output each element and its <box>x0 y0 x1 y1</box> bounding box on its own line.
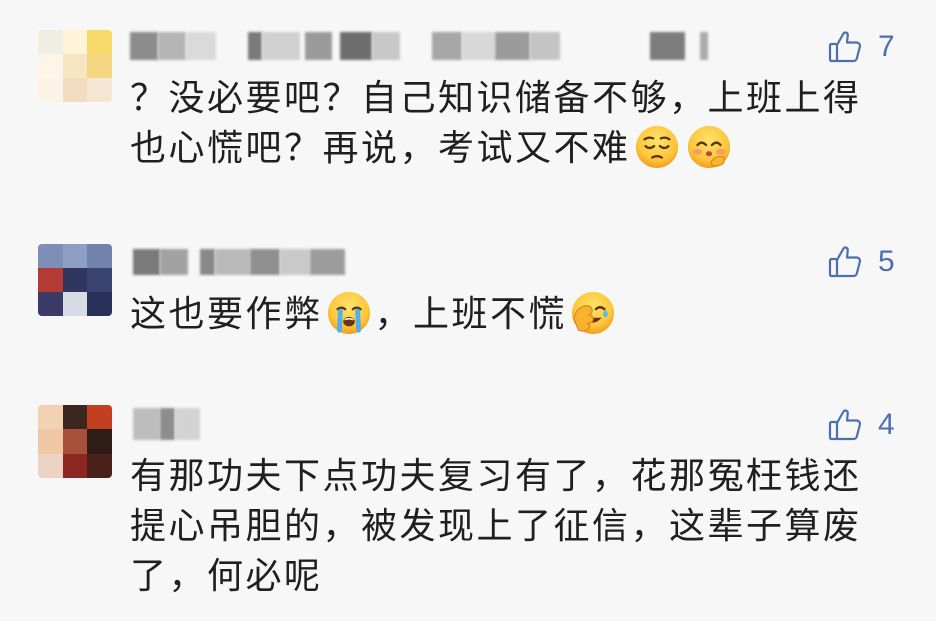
like-count: 5 <box>878 245 895 278</box>
username-mosaic-block <box>310 249 345 275</box>
username-blurred[interactable] <box>133 249 345 275</box>
comment-text-segment: 有那功夫下点功夫复习有了，花那冤枉钱还 <box>130 456 862 497</box>
like-count: 7 <box>878 30 895 63</box>
comment-text-segment: ？没必要吧？自己知识储备不够，上班上得 <box>130 78 862 119</box>
username-mosaic-block <box>530 32 560 60</box>
username-mosaic-block <box>160 249 188 275</box>
avatar-mosaic-tile <box>87 54 112 78</box>
comment-text: 有那功夫下点功夫复习有了，花那冤枉钱还 提心吊胆的，被发现上了征信，这辈子算废 … <box>130 452 920 602</box>
avatar-mosaic-tile <box>87 30 112 54</box>
comment-line: ？没必要吧？自己知识储备不够，上班上得 <box>130 74 920 124</box>
avatar-mosaic-tile <box>87 268 112 292</box>
username-mosaic-block <box>186 32 216 60</box>
avatar-mosaic-tile <box>87 78 112 102</box>
avatar[interactable] <box>38 30 112 102</box>
username-mosaic-block <box>305 32 332 60</box>
comment-text-segment: ，上班不慌 <box>374 294 568 335</box>
avatar[interactable] <box>38 244 112 316</box>
comment-line: 提心吊胆的，被发现上了征信，这辈子算废 <box>130 502 920 552</box>
username-mosaic-block <box>650 32 685 60</box>
avatar-mosaic-tile <box>38 78 63 102</box>
like-button[interactable]: 4 <box>827 407 917 443</box>
username-mosaic-block <box>340 32 372 60</box>
comment-line: 也心慌吧？再说，考试又不难 <box>130 124 920 174</box>
avatar-mosaic-tile <box>62 453 88 478</box>
avatar-mosaic-tile <box>62 244 88 268</box>
username-mosaic-block <box>200 249 215 275</box>
username-mosaic-block <box>130 32 158 60</box>
snicker-face-emoji <box>686 124 732 170</box>
username-mosaic-block <box>215 249 250 275</box>
crying-face-emoji <box>326 290 372 336</box>
avatar-mosaic-tile <box>87 429 112 454</box>
avatar-mosaic-tile <box>62 429 88 454</box>
username-mosaic-block <box>160 408 175 440</box>
username-mosaic-block <box>158 32 186 60</box>
comment-text-segment: 也心慌吧？再说，考试又不难 <box>130 128 631 169</box>
like-count: 4 <box>878 408 895 441</box>
avatar-mosaic-tile <box>38 429 63 454</box>
comment-text: ？没必要吧？自己知识储备不够，上班上得 也心慌吧？再说，考试又不难 <box>130 74 920 174</box>
username-mosaic-block <box>372 32 400 60</box>
avatar-mosaic-tile <box>87 244 112 268</box>
avatar-mosaic-tile <box>87 292 112 316</box>
comment-text: 这也要作弊 ，上班不慌 <box>130 290 920 340</box>
avatar-mosaic-tile <box>38 54 63 78</box>
username-mosaic-block <box>175 408 200 440</box>
pensive-face-emoji <box>634 124 680 170</box>
comment-line: 了，何必呢 <box>130 552 920 602</box>
comment-line: 这也要作弊 ，上班不慌 <box>130 290 920 340</box>
username-mosaic-block <box>133 249 160 275</box>
facepalm-face-emoji <box>570 290 616 336</box>
username-mosaic-block <box>495 32 530 60</box>
username-blurred[interactable] <box>130 32 720 60</box>
avatar-mosaic-tile <box>87 453 112 478</box>
avatar-mosaic-tile <box>62 30 88 54</box>
avatar[interactable] <box>38 405 112 478</box>
avatar-mosaic-tile <box>62 54 88 78</box>
avatar-mosaic-tile <box>38 405 63 430</box>
username-mosaic-block <box>700 32 708 60</box>
avatar-mosaic-tile <box>38 292 63 316</box>
username-mosaic-block <box>248 32 262 60</box>
avatar-mosaic-tile <box>62 405 88 430</box>
like-button[interactable]: 7 <box>827 29 917 65</box>
comment-text-segment: 了，何必呢 <box>130 556 323 597</box>
avatar-mosaic-tile <box>38 453 63 478</box>
avatar-mosaic-tile <box>62 292 88 316</box>
username-mosaic-block <box>432 32 462 60</box>
username-mosaic-block <box>280 249 310 275</box>
thumbs-up-icon <box>827 407 863 443</box>
avatar-mosaic-tile <box>38 268 63 292</box>
username-blurred[interactable] <box>133 408 203 440</box>
avatar-mosaic-tile <box>38 30 63 54</box>
comment-text-segment: 这也要作弊 <box>130 294 323 335</box>
thumbs-up-icon <box>827 244 863 280</box>
comment-text-segment: 提心吊胆的，被发现上了征信，这辈子算废 <box>130 506 862 547</box>
avatar-mosaic-tile <box>62 78 88 102</box>
comment-line: 有那功夫下点功夫复习有了，花那冤枉钱还 <box>130 452 920 502</box>
username-mosaic-block <box>462 32 495 60</box>
avatar-mosaic-tile <box>62 268 88 292</box>
avatar-mosaic-tile <box>87 405 112 430</box>
thumbs-up-icon <box>827 29 863 65</box>
username-mosaic-block <box>250 249 280 275</box>
avatar-mosaic-tile <box>38 244 63 268</box>
username-mosaic-block <box>133 408 160 440</box>
like-button[interactable]: 5 <box>827 244 917 280</box>
username-mosaic-block <box>262 32 300 60</box>
